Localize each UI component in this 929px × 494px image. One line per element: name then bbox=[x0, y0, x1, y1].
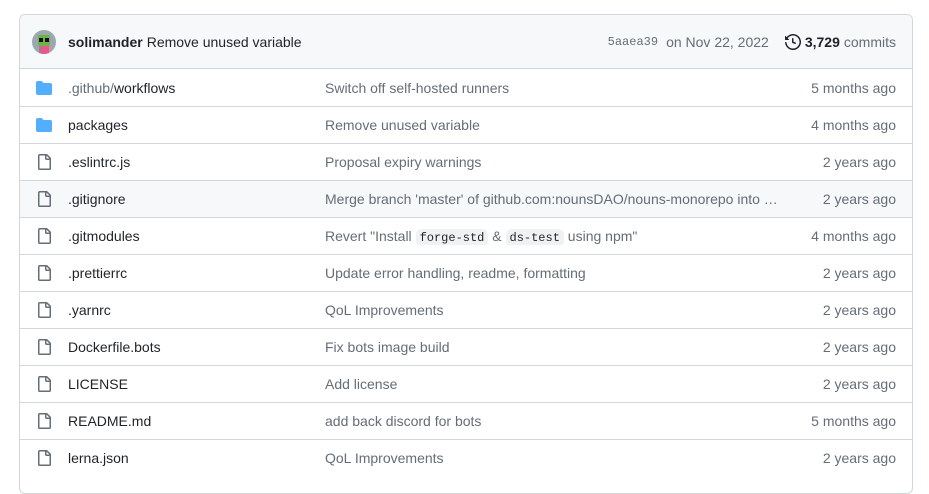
file-icon bbox=[36, 228, 52, 244]
file-row[interactable]: .github/workflows Switch off self-hosted … bbox=[20, 69, 912, 106]
file-name: LICENSE bbox=[68, 376, 128, 392]
file-browser: solimander Remove unused variable 5aaea3… bbox=[19, 14, 913, 494]
commit-age: 2 years ago bbox=[822, 154, 896, 170]
commit-age: 4 months ago bbox=[811, 117, 896, 133]
folder-icon bbox=[36, 80, 52, 96]
file-name-link[interactable]: .gitmodules bbox=[68, 228, 325, 244]
avatar[interactable] bbox=[32, 29, 56, 54]
commit-age: 5 months ago bbox=[811, 79, 896, 96]
commit-message-link[interactable]: Remove unused variable bbox=[147, 34, 302, 50]
file-row[interactable]: .gitmodules Revert "Install forge-std & d… bbox=[20, 217, 912, 254]
commit-age: 4 months ago bbox=[811, 228, 896, 244]
commit-message-link[interactable]: Update error handling, readme, formattin… bbox=[325, 265, 823, 281]
file-row[interactable]: .yarnrc QoL Improvements 2 years ago bbox=[20, 291, 912, 328]
file-name: .yarnrc bbox=[68, 302, 111, 318]
file-name-link[interactable]: .eslintrc.js bbox=[68, 154, 325, 170]
file-icon bbox=[36, 191, 52, 207]
folder-icon bbox=[36, 117, 52, 133]
commit-message-link[interactable]: Remove unused variable bbox=[325, 117, 811, 133]
commit-message-link[interactable]: QoL Improvements bbox=[325, 450, 823, 466]
commit-age: 2 years ago bbox=[822, 339, 896, 355]
commit-message-link[interactable]: Switch off self-hosted runners bbox=[325, 80, 811, 96]
file-name: lerna.json bbox=[68, 450, 129, 466]
file-row[interactable]: LICENSE Add license 2 years ago bbox=[20, 365, 912, 402]
commit-message-link[interactable]: add back discord for bots bbox=[325, 413, 811, 429]
file-icon bbox=[36, 413, 52, 429]
file-name-link[interactable]: README.md bbox=[68, 413, 325, 429]
file-name: README.md bbox=[68, 413, 152, 429]
file-name-link[interactable]: .prettierrc bbox=[68, 265, 325, 281]
file-name: workflows bbox=[113, 79, 176, 96]
file-name-link[interactable]: Dockerfile.bots bbox=[68, 339, 325, 355]
file-row[interactable]: README.md add back discord for bots 5 mont… bbox=[20, 402, 912, 439]
message-text: Revert "Install bbox=[325, 227, 416, 244]
file-row[interactable]: Dockerfile.bots Fix bots image build 2 yea… bbox=[20, 328, 912, 365]
file-name: .gitmodules bbox=[68, 228, 140, 244]
file-icon bbox=[36, 302, 52, 318]
file-row[interactable]: .prettierrc Update error handling, readme… bbox=[20, 254, 912, 291]
file-icon bbox=[36, 450, 52, 466]
file-name-link[interactable]: LICENSE bbox=[68, 376, 325, 392]
commit-age: 5 months ago bbox=[811, 413, 896, 429]
file-row[interactable]: .eslintrc.js Proposal expiry warnings 2 ye… bbox=[20, 143, 912, 180]
commit-age: 2 years ago bbox=[822, 376, 896, 392]
file-name-link[interactable]: .github/workflows bbox=[68, 80, 325, 96]
commit-message-link[interactable]: Add license bbox=[325, 376, 823, 392]
commit-age: 2 years ago bbox=[822, 265, 896, 281]
message-text: using npm" bbox=[563, 227, 638, 244]
file-row[interactable]: .gitignore Merge branch 'master' of githu… bbox=[20, 180, 912, 217]
file-icon bbox=[36, 154, 52, 170]
inline-code: ds-test bbox=[505, 228, 564, 245]
file-icon bbox=[36, 265, 52, 281]
commit-message-link[interactable]: QoL Improvements bbox=[325, 302, 823, 318]
commit-age: 2 years ago bbox=[822, 191, 896, 207]
inline-code: forge-std bbox=[415, 228, 489, 245]
file-icon bbox=[36, 339, 52, 355]
commit-sha-link[interactable]: 5aaea39 bbox=[608, 35, 658, 49]
commit-message-link[interactable]: Merge branch 'master' of github.com:noun… bbox=[325, 191, 823, 207]
commit-author-link[interactable]: solimander bbox=[68, 34, 143, 50]
file-name: .gitignore bbox=[68, 191, 126, 207]
file-row[interactable]: lerna.json QoL Improvements 2 years ago bbox=[20, 439, 912, 476]
message-text: & bbox=[488, 227, 506, 244]
file-name: packages bbox=[68, 117, 128, 133]
file-name: .eslintrc.js bbox=[68, 154, 131, 170]
file-name-link[interactable]: .gitignore bbox=[68, 191, 325, 207]
commit-message-link[interactable]: Fix bots image build bbox=[325, 339, 823, 355]
file-name-link[interactable]: lerna.json bbox=[68, 450, 325, 466]
history-icon[interactable] bbox=[784, 33, 801, 50]
file-row[interactable]: packages Remove unused variable 4 months a… bbox=[20, 106, 912, 143]
commit-age: 2 years ago bbox=[822, 450, 896, 466]
commit-message-link[interactable]: Proposal expiry warnings bbox=[325, 154, 823, 170]
commit-age: 2 years ago bbox=[822, 302, 896, 318]
commits-count[interactable]: 3,729 bbox=[805, 34, 840, 50]
file-name: Dockerfile.bots bbox=[68, 339, 161, 355]
file-name-link[interactable]: .yarnrc bbox=[68, 302, 325, 318]
commits-label[interactable]: commits bbox=[844, 34, 896, 50]
file-name-prefix: .github/ bbox=[68, 79, 114, 96]
file-list: .github/workflows Switch off self-hosted … bbox=[20, 69, 912, 476]
file-name: .prettierrc bbox=[68, 265, 128, 281]
commit-message-link[interactable]: Revert "Install forge-std & ds-test usin… bbox=[325, 228, 811, 245]
latest-commit-bar: solimander Remove unused variable 5aaea3… bbox=[20, 15, 912, 69]
commit-date: on Nov 22, 2022 bbox=[666, 33, 769, 50]
file-icon bbox=[36, 376, 52, 392]
file-name-link[interactable]: packages bbox=[68, 117, 325, 133]
